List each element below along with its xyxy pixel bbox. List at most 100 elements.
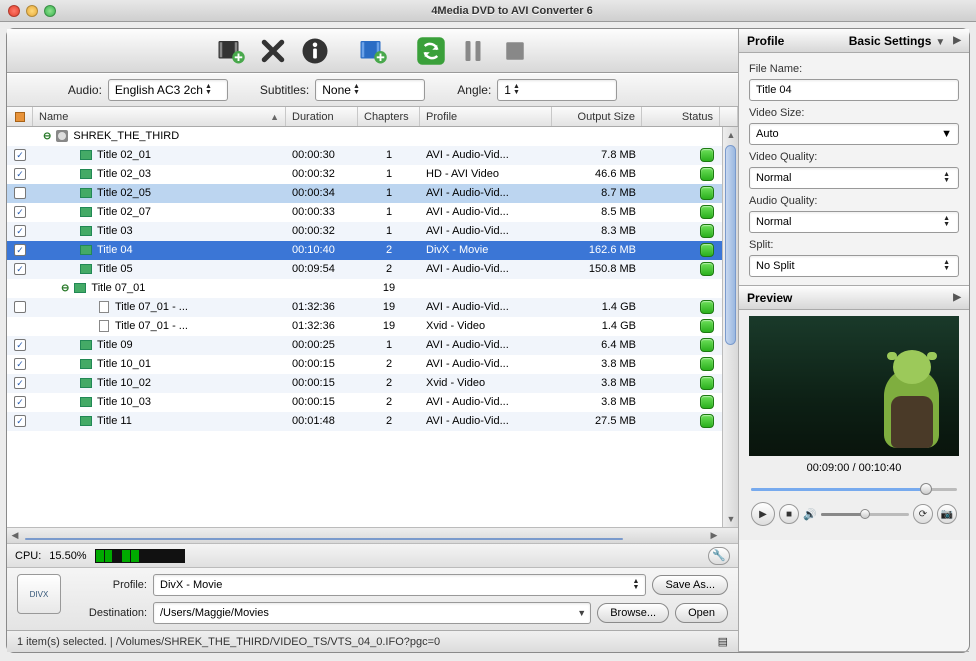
preview-progress-slider[interactable] xyxy=(751,484,957,494)
row-status xyxy=(642,338,720,352)
header-name[interactable]: Name▲ xyxy=(33,107,286,126)
preview-panel-expand-icon[interactable]: ▶ xyxy=(953,292,961,303)
row-output-size: 162.6 MB xyxy=(552,244,642,256)
filename-label: File Name: xyxy=(749,63,959,75)
horizontal-scrollbar[interactable]: ◀ ▶ xyxy=(7,527,738,543)
header-checkbox[interactable] xyxy=(7,107,33,126)
row-checkbox[interactable]: ✓ xyxy=(14,225,26,237)
header-output-size[interactable]: Output Size xyxy=(552,107,642,126)
table-row[interactable]: ✓Title 0500:09:542AVI - Audio-Vid...150.… xyxy=(7,260,738,279)
table-row[interactable]: ✓Title 10_0100:00:152AVI - Audio-Vid...3… xyxy=(7,355,738,374)
add-file-button[interactable] xyxy=(212,34,250,68)
row-checkbox[interactable]: ✓ xyxy=(14,358,26,370)
filename-input[interactable]: Title 04 xyxy=(749,79,959,101)
add-profile-button[interactable] xyxy=(354,34,392,68)
subtitles-select[interactable]: None ▲▼ xyxy=(315,79,425,101)
table-row[interactable]: Title 07_01 - ...01:32:3619Xvid - Video1… xyxy=(7,317,738,336)
row-profile: AVI - Audio-Vid... xyxy=(420,396,552,408)
row-checkbox[interactable]: ✓ xyxy=(14,168,26,180)
row-checkbox[interactable]: ✓ xyxy=(14,396,26,408)
row-profile: AVI - Audio-Vid... xyxy=(420,206,552,218)
row-checkbox[interactable] xyxy=(14,301,26,313)
row-chapters: 19 xyxy=(358,301,420,313)
row-output-size: 3.8 MB xyxy=(552,358,642,370)
status-ready-icon xyxy=(700,300,714,314)
delete-button[interactable] xyxy=(254,34,292,68)
table-row[interactable]: ✓Title 02_0700:00:331AVI - Audio-Vid...8… xyxy=(7,203,738,222)
row-output-size: 7.8 MB xyxy=(552,149,642,161)
save-as-button[interactable]: Save As... xyxy=(652,575,728,595)
volume-slider[interactable] xyxy=(821,513,909,516)
table-row[interactable]: ✓Title 02_0300:00:321HD - AVI Video46.6 … xyxy=(7,165,738,184)
row-checkbox[interactable]: ✓ xyxy=(14,149,26,161)
loop-button[interactable]: ⟳ xyxy=(913,504,933,524)
main-toolbar xyxy=(7,29,738,73)
browse-button[interactable]: Browse... xyxy=(597,603,669,623)
video-quality-select[interactable]: Normal▲▼ xyxy=(749,167,959,189)
row-checkbox[interactable] xyxy=(14,187,26,199)
row-status xyxy=(642,395,720,409)
open-button[interactable]: Open xyxy=(675,603,728,623)
split-select[interactable]: No Split▲▼ xyxy=(749,255,959,277)
profile-select[interactable]: DivX - Movie▲▼ xyxy=(153,574,646,596)
header-status[interactable]: Status xyxy=(642,107,720,126)
profile-panel-expand-icon[interactable]: ▶ xyxy=(953,35,961,46)
row-output-size: 150.8 MB xyxy=(552,263,642,275)
convert-button[interactable] xyxy=(412,34,450,68)
table-row[interactable]: ⊖Title 07_0119 xyxy=(7,279,738,298)
table-row[interactable]: ✓Title 0300:00:321AVI - Audio-Vid...8.3 … xyxy=(7,222,738,241)
header-profile[interactable]: Profile xyxy=(420,107,552,126)
close-window-button[interactable] xyxy=(8,5,20,17)
row-name: Title 02_01 xyxy=(97,149,151,161)
row-checkbox[interactable]: ✓ xyxy=(14,263,26,275)
row-name: Title 02_05 xyxy=(97,187,151,199)
play-button[interactable]: ▶ xyxy=(751,502,775,526)
expand-icon[interactable]: ⊖ xyxy=(61,283,69,294)
zoom-window-button[interactable] xyxy=(44,5,56,17)
table-row[interactable]: ✓Title 1100:01:482AVI - Audio-Vid...27.5… xyxy=(7,412,738,431)
row-status xyxy=(642,357,720,371)
row-checkbox[interactable]: ✓ xyxy=(14,415,26,427)
video-size-select[interactable]: Auto▼ xyxy=(749,123,959,145)
stop-button[interactable] xyxy=(496,34,534,68)
basic-settings-dropdown[interactable]: Basic Settings▼ xyxy=(849,34,946,48)
status-ready-icon xyxy=(700,167,714,181)
film-icon xyxy=(79,225,93,237)
table-row[interactable]: Title 07_01 - ...01:32:3619AVI - Audio-V… xyxy=(7,298,738,317)
status-list-icon[interactable]: ▤ xyxy=(718,635,728,648)
row-status xyxy=(642,167,720,181)
audio-select[interactable]: English AC3 2ch ▲▼ xyxy=(108,79,228,101)
audio-quality-select[interactable]: Normal▲▼ xyxy=(749,211,959,233)
pause-button[interactable] xyxy=(454,34,492,68)
header-chapters[interactable]: Chapters xyxy=(358,107,420,126)
table-row[interactable]: ✓Title 0900:00:251AVI - Audio-Vid...6.4 … xyxy=(7,336,738,355)
row-checkbox[interactable]: ✓ xyxy=(14,206,26,218)
row-checkbox[interactable]: ✓ xyxy=(14,377,26,389)
row-checkbox[interactable]: ✓ xyxy=(14,244,26,256)
options-bar: Audio: English AC3 2ch ▲▼ Subtitles: Non… xyxy=(7,73,738,107)
table-row[interactable]: ✓Title 10_0300:00:152AVI - Audio-Vid...3… xyxy=(7,393,738,412)
row-name: Title 05 xyxy=(97,263,133,275)
angle-select[interactable]: 1 ▲▼ xyxy=(497,79,617,101)
info-button[interactable] xyxy=(296,34,334,68)
row-duration: 00:01:48 xyxy=(286,415,358,427)
settings-button[interactable]: 🔧 xyxy=(708,547,730,565)
subtitles-value: None xyxy=(322,83,351,97)
preview-video[interactable] xyxy=(749,316,959,456)
table-row[interactable]: ⊖SHREK_THE_THIRD xyxy=(7,127,738,146)
snapshot-button[interactable]: 📷 xyxy=(937,504,957,524)
expand-icon[interactable]: ⊖ xyxy=(43,131,51,142)
row-chapters: 2 xyxy=(358,358,420,370)
row-checkbox[interactable]: ✓ xyxy=(14,339,26,351)
vertical-scrollbar[interactable]: ▲ ▼ xyxy=(722,127,738,527)
profile-label: Profile: xyxy=(71,579,147,591)
row-chapters: 1 xyxy=(358,149,420,161)
table-row[interactable]: ✓Title 10_0200:00:152Xvid - Video3.8 MB xyxy=(7,374,738,393)
header-duration[interactable]: Duration xyxy=(286,107,358,126)
destination-select[interactable]: /Users/Maggie/Movies▼ xyxy=(153,602,591,624)
minimize-window-button[interactable] xyxy=(26,5,38,17)
table-row[interactable]: Title 02_0500:00:341AVI - Audio-Vid...8.… xyxy=(7,184,738,203)
stop-preview-button[interactable]: ■ xyxy=(779,504,799,524)
table-row[interactable]: ✓Title 0400:10:402DivX - Movie162.6 MB xyxy=(7,241,738,260)
table-row[interactable]: ✓Title 02_0100:00:301AVI - Audio-Vid...7… xyxy=(7,146,738,165)
